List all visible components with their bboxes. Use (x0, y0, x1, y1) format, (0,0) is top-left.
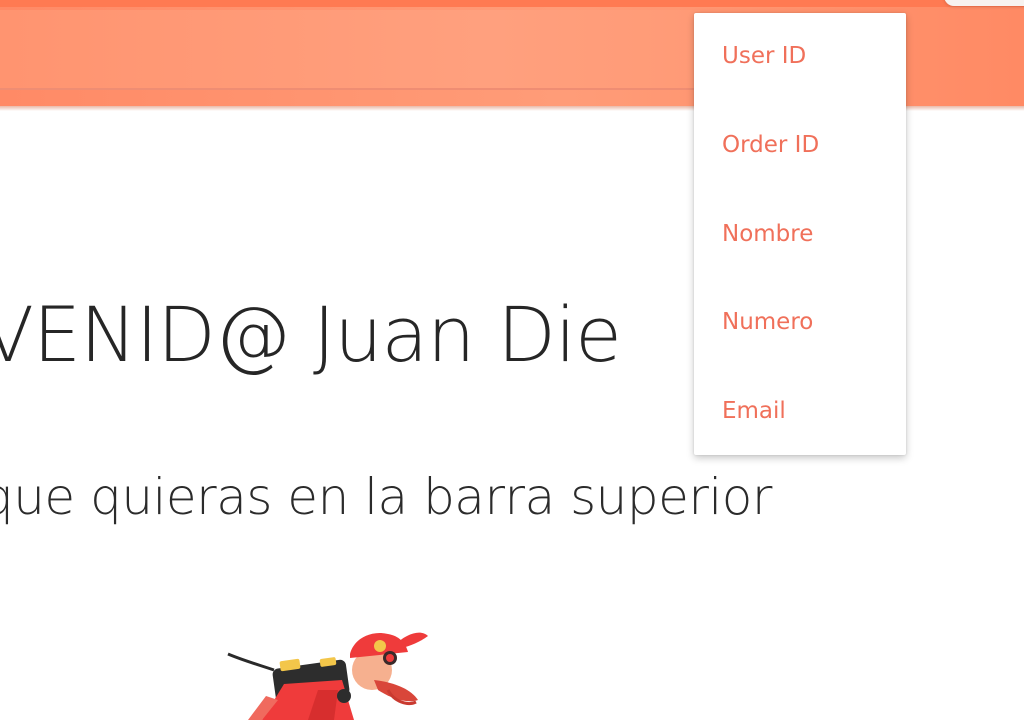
top-bar-accent-strip (0, 0, 1024, 7)
page: VENID@ Juan Die que quieras en la barra … (0, 0, 1024, 720)
menu-item-user-id[interactable]: User ID (694, 26, 906, 86)
menu-item-email[interactable]: Email (694, 381, 906, 441)
menu-item-order-id[interactable]: Order ID (694, 115, 906, 175)
search-field-dropdown: User ID Order ID Nombre Numero Email (694, 13, 906, 455)
instructions-text: que quieras en la barra superior (0, 468, 772, 526)
welcome-title: VENID@ Juan Die (0, 290, 622, 379)
delivery-courier-illustration (227, 632, 428, 720)
menu-item-numero[interactable]: Numero (694, 292, 906, 352)
search-input[interactable] (0, 10, 700, 90)
account-button[interactable] (944, 0, 1024, 6)
menu-item-nombre[interactable]: Nombre (694, 204, 906, 264)
